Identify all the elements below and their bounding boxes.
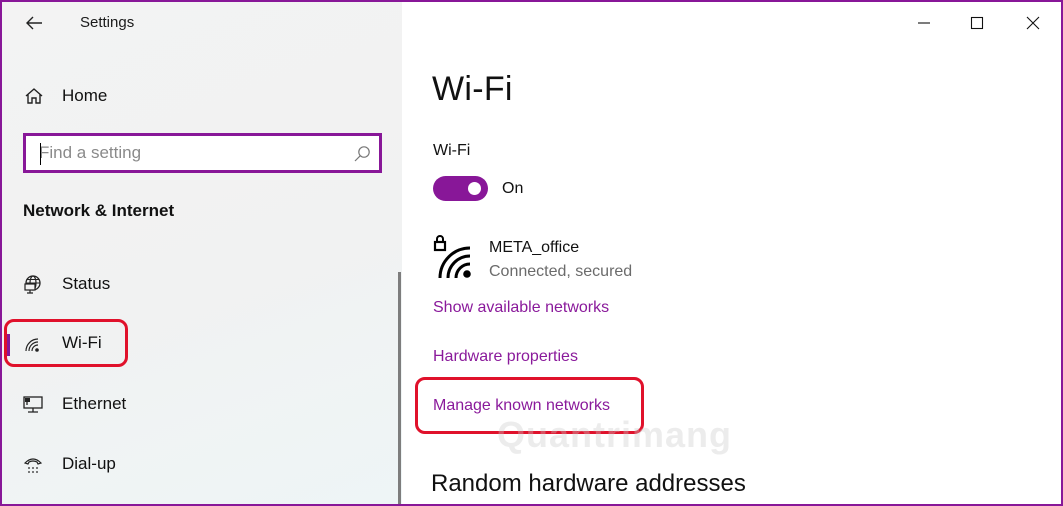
section-title: Network & Internet bbox=[23, 201, 175, 220]
close-button[interactable] bbox=[1010, 8, 1056, 38]
search-input[interactable] bbox=[26, 136, 336, 170]
wifi-secured-icon bbox=[433, 235, 471, 279]
wifi-toggle-state: On bbox=[502, 180, 524, 197]
sidebar-item-label: Dial-up bbox=[62, 454, 116, 473]
sidebar-item-wifi[interactable]: Wi-Fi bbox=[2, 322, 400, 366]
sidebar-item-label: Status bbox=[62, 274, 111, 293]
sidebar-item-ethernet[interactable]: Ethernet bbox=[2, 383, 400, 427]
hardware-properties-link[interactable]: Hardware properties bbox=[433, 348, 578, 366]
ethernet-icon bbox=[23, 396, 43, 413]
search-box[interactable] bbox=[23, 133, 382, 173]
text-caret bbox=[40, 143, 41, 165]
home-icon bbox=[25, 88, 43, 104]
sidebar-item-home[interactable]: Home bbox=[2, 78, 402, 114]
manage-known-networks-link[interactable]: Manage known networks bbox=[433, 397, 610, 415]
settings-window: Settings Home Network & Internet bbox=[0, 0, 1063, 506]
show-available-networks-link[interactable]: Show available networks bbox=[433, 299, 609, 317]
app-title: Settings bbox=[80, 14, 135, 31]
wifi-toggle[interactable] bbox=[433, 176, 488, 201]
back-arrow-icon bbox=[26, 16, 42, 30]
connected-network[interactable]: META_office Connected, secured bbox=[432, 232, 732, 284]
sidebar: Settings Home Network & Internet bbox=[2, 2, 402, 504]
sidebar-item-label: Wi-Fi bbox=[62, 333, 102, 352]
maximize-button[interactable] bbox=[954, 8, 1000, 38]
page-title: Wi-Fi bbox=[432, 70, 513, 108]
minimize-icon bbox=[918, 22, 930, 24]
dial-up-phone-icon bbox=[23, 458, 43, 473]
sidebar-item-label: Ethernet bbox=[62, 394, 127, 413]
network-status: Connected, secured bbox=[489, 263, 633, 280]
main-content: Wi-Fi Wi-Fi On META_office Connected, se… bbox=[402, 2, 1061, 504]
sidebar-item-status[interactable]: Status bbox=[2, 263, 400, 307]
minimize-button[interactable] bbox=[901, 8, 947, 38]
sidebar-item-label: Home bbox=[62, 86, 108, 105]
close-icon bbox=[1026, 16, 1040, 30]
sidebar-scrollbar[interactable] bbox=[398, 272, 401, 504]
toggle-knob bbox=[468, 182, 481, 195]
selection-indicator bbox=[7, 334, 10, 356]
sidebar-item-dial-up[interactable]: Dial-up bbox=[2, 443, 400, 487]
random-hardware-addresses-heading: Random hardware addresses bbox=[431, 470, 746, 497]
watermark: Quantrimang bbox=[497, 414, 733, 455]
maximize-icon bbox=[970, 16, 984, 30]
globe-status-icon bbox=[24, 275, 41, 294]
search-icon[interactable] bbox=[353, 145, 371, 163]
network-name: META_office bbox=[489, 239, 580, 256]
wifi-toggle-label: Wi-Fi bbox=[433, 142, 471, 159]
wifi-icon bbox=[25, 338, 39, 352]
back-button[interactable] bbox=[22, 12, 46, 34]
